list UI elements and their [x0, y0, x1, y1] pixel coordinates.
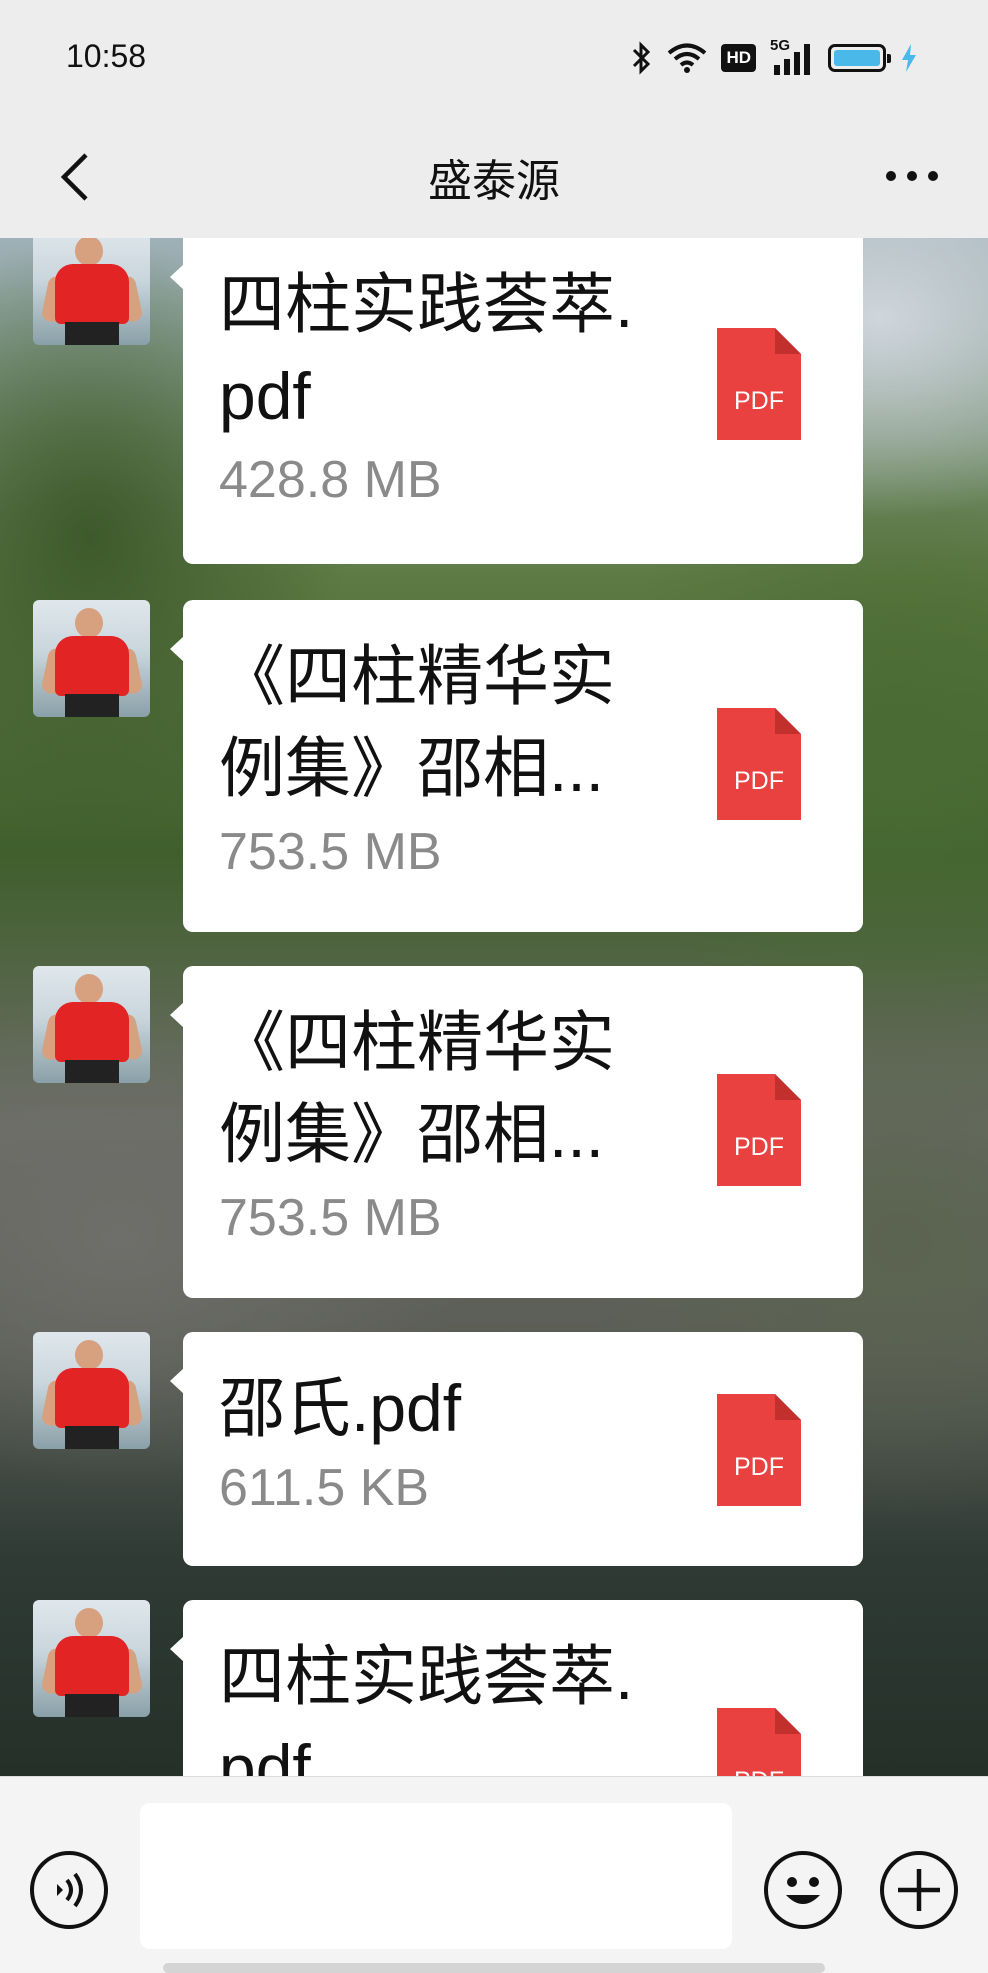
avatar[interactable]	[33, 238, 150, 345]
file-message-bubble[interactable]: 四柱实践荟萃.pdf 428.8 MB PDF	[170, 238, 863, 564]
file-name: 邵氏.pdf	[219, 1371, 462, 1445]
voice-icon	[57, 1872, 83, 1908]
network-label: 5G	[770, 37, 791, 54]
pdf-file-icon: PDF	[717, 708, 801, 820]
emoji-icon	[786, 1877, 820, 1904]
file-name: 《四柱精华实例集》邵相...	[219, 1005, 615, 1171]
file-message-bubble[interactable]: 《四柱精华实例集》邵相... 753.5 MB PDF	[170, 966, 863, 1298]
more-button[interactable]	[872, 141, 952, 211]
battery-icon	[828, 44, 891, 72]
pdf-file-icon: PDF	[717, 1394, 801, 1506]
message: 邵氏.pdf 611.5 KB PDF	[0, 1332, 988, 1568]
emoji-button[interactable]	[764, 1851, 842, 1929]
status-bar: 10:58 HD 5G	[0, 0, 988, 115]
plus-button[interactable]	[880, 1851, 958, 1929]
file-size: 611.5 KB	[219, 1459, 430, 1517]
chat-area[interactable]: 四柱实践荟萃.pdf 428.8 MB PDF 《四柱精华实例集》邵相... 7…	[0, 238, 988, 1776]
status-icons: HD 5G	[631, 36, 918, 80]
charging-icon	[902, 44, 916, 72]
nav-bar: 盛泰源	[0, 115, 988, 238]
status-time: 10:58	[66, 38, 147, 74]
pdf-file-icon: PDF	[717, 328, 801, 440]
more-dots-icon	[886, 171, 938, 181]
pdf-label: PDF	[717, 1767, 801, 1776]
file-size: 753.5 MB	[219, 1189, 442, 1247]
hd-icon: HD	[721, 44, 756, 72]
avatar[interactable]	[33, 600, 150, 717]
pdf-file-icon: PDF	[717, 1074, 801, 1186]
pdf-label: PDF	[734, 1133, 784, 1161]
voice-button[interactable]	[30, 1851, 108, 1929]
wifi-icon	[668, 43, 707, 73]
message: 四柱实践荟萃.pdf PDF	[0, 1600, 988, 1776]
file-message-bubble[interactable]: 邵氏.pdf 611.5 KB PDF	[170, 1332, 863, 1566]
message: 《四柱精华实例集》邵相... 753.5 MB PDF	[0, 966, 988, 1298]
file-name: 四柱实践荟萃.pdf	[219, 1639, 634, 1776]
plus-icon	[898, 1869, 940, 1911]
file-message-bubble[interactable]: 《四柱精华实例集》邵相... 753.5 MB PDF	[170, 600, 863, 932]
file-size: 428.8 MB	[219, 451, 442, 509]
5g-signal-icon: 5G	[770, 37, 814, 75]
file-message-bubble[interactable]: 四柱实践荟萃.pdf PDF	[170, 1600, 863, 1776]
chat-title: 盛泰源	[428, 157, 560, 206]
bluetooth-icon	[633, 41, 651, 75]
file-size: 753.5 MB	[219, 823, 442, 881]
pdf-label: PDF	[734, 1453, 784, 1481]
file-name: 四柱实践荟萃.pdf	[219, 267, 634, 433]
avatar[interactable]	[33, 1332, 150, 1449]
message-input[interactable]	[140, 1803, 732, 1949]
avatar[interactable]	[33, 1600, 150, 1717]
pdf-label: PDF	[734, 387, 784, 415]
avatar[interactable]	[33, 966, 150, 1083]
pdf-label: PDF	[734, 767, 784, 795]
pdf-file-icon: PDF	[717, 1708, 801, 1776]
message: 《四柱精华实例集》邵相... 753.5 MB PDF	[0, 600, 988, 932]
input-bar	[0, 1776, 988, 1973]
message: 四柱实践荟萃.pdf 428.8 MB PDF	[0, 238, 988, 568]
file-name: 《四柱精华实例集》邵相...	[219, 639, 615, 805]
